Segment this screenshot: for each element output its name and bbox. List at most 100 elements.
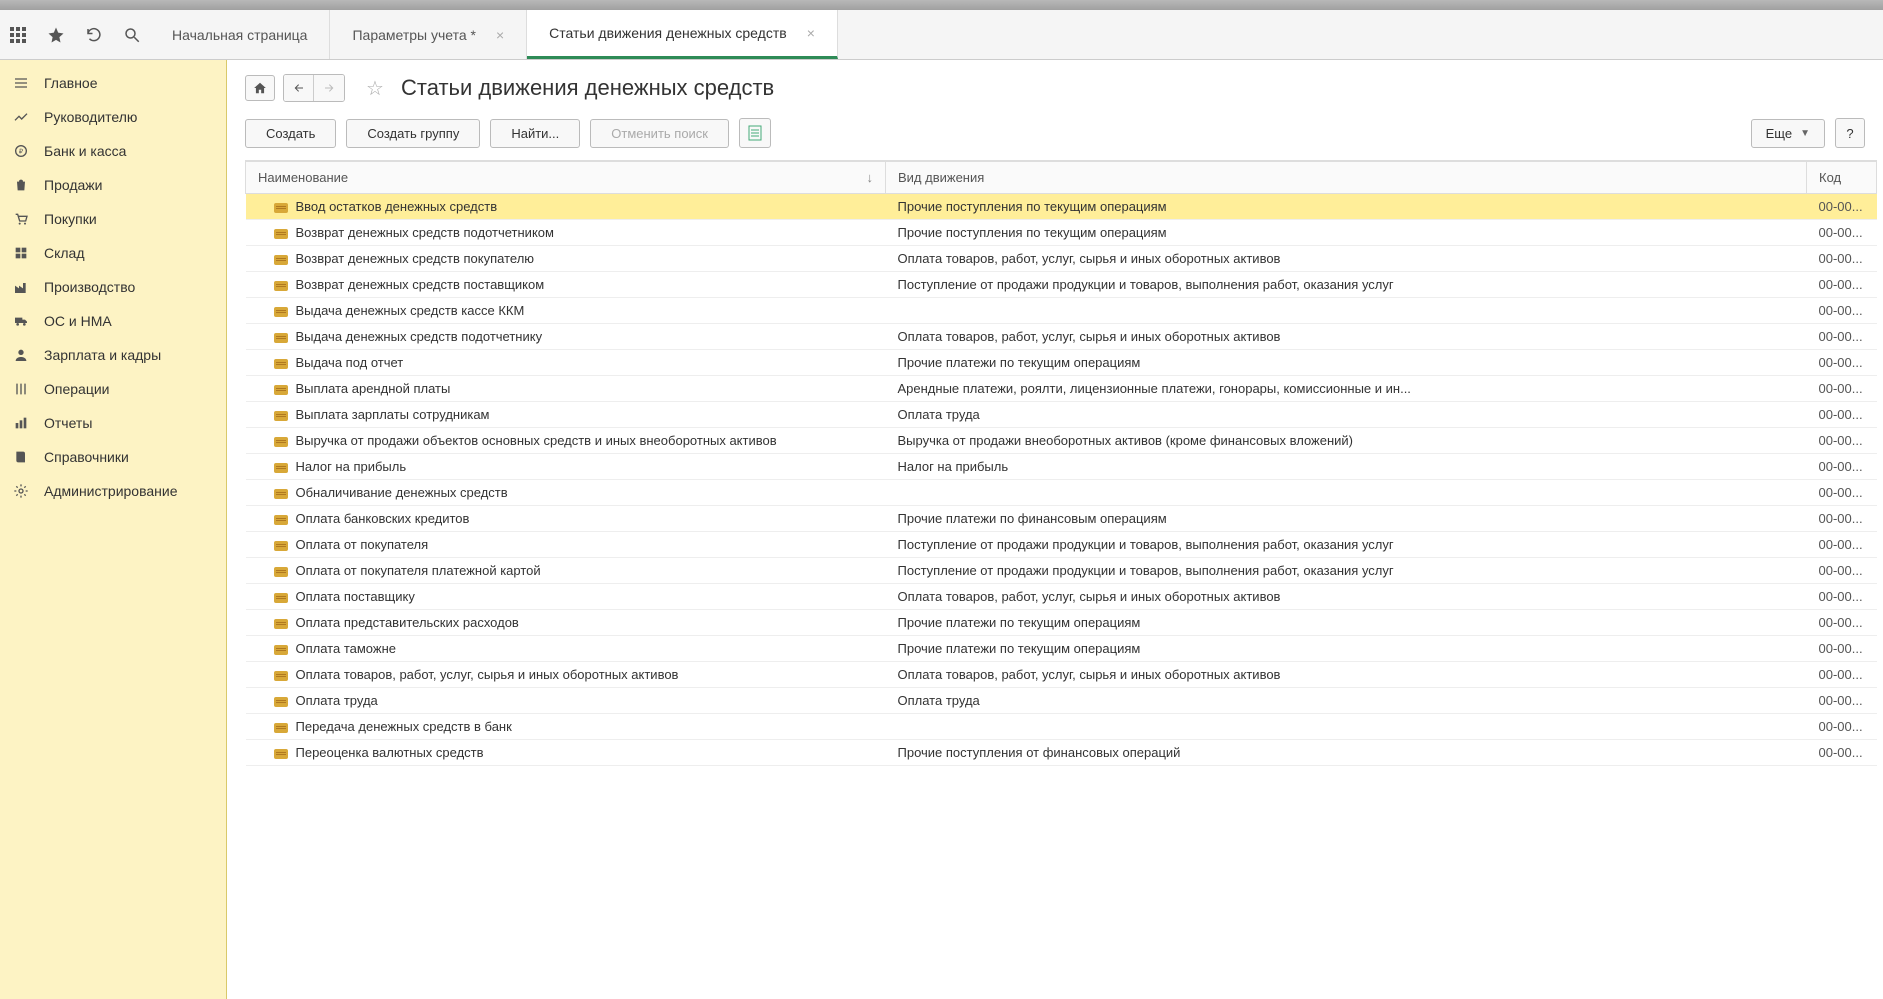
cell-code: 00-00... [1807, 428, 1877, 454]
table-row[interactable]: Выплата зарплаты сотрудникамОплата труда… [246, 402, 1877, 428]
cell-code: 00-00... [1807, 272, 1877, 298]
more-label: Еще [1766, 126, 1792, 141]
tab[interactable]: Параметры учета *× [330, 10, 527, 59]
cell-name: Возврат денежных средств поставщиком [246, 272, 886, 298]
sidebar-item-label: Банк и касса [44, 143, 126, 159]
table-row[interactable]: Выдача денежных средств кассе ККМ00-00..… [246, 298, 1877, 324]
home-button[interactable] [245, 75, 275, 101]
sidebar-item-label: Производство [44, 279, 135, 295]
table-row[interactable]: Оплата от покупателя платежной картойПос… [246, 558, 1877, 584]
apps-icon[interactable] [8, 25, 28, 45]
create-button[interactable]: Создать [245, 119, 336, 148]
list-mode-button[interactable] [739, 118, 771, 148]
table-row[interactable]: Оплата таможнеПрочие платежи по текущим … [246, 636, 1877, 662]
cell-code: 00-00... [1807, 454, 1877, 480]
cell-type: Поступление от продажи продукции и товар… [886, 558, 1807, 584]
item-icon [274, 671, 288, 681]
page-title: Статьи движения денежных средств [401, 75, 774, 101]
cell-type [886, 298, 1807, 324]
sidebar-item[interactable]: ОС и НМА [0, 304, 226, 338]
window-titlebar [0, 0, 1883, 10]
sidebar-item[interactable]: Склад [0, 236, 226, 270]
column-header-code[interactable]: Код [1807, 162, 1877, 194]
sidebar-item-label: Справочники [44, 449, 129, 465]
cell-name: Выплата зарплаты сотрудникам [246, 402, 886, 428]
table-container: Наименование ↓ Вид движения Код Ввод ост… [245, 160, 1877, 999]
svg-text:₽: ₽ [19, 148, 24, 156]
item-icon [274, 515, 288, 525]
table-row[interactable]: Переоценка валютных средствПрочие поступ… [246, 740, 1877, 766]
table-row[interactable]: Оплата от покупателяПоступление от прода… [246, 532, 1877, 558]
cell-type: Оплата товаров, работ, услуг, сырья и ин… [886, 662, 1807, 688]
table-row[interactable]: Обналичивание денежных средств00-00... [246, 480, 1877, 506]
sidebar-item-label: Руководителю [44, 109, 137, 125]
factory-icon [12, 278, 30, 296]
cell-type: Оплата товаров, работ, услуг, сырья и ин… [886, 584, 1807, 610]
table-row[interactable]: Налог на прибыльНалог на прибыль00-00... [246, 454, 1877, 480]
find-button[interactable]: Найти... [490, 119, 580, 148]
sidebar-item[interactable]: Операции [0, 372, 226, 406]
more-button[interactable]: Еще ▼ [1751, 119, 1825, 148]
top-icon-group [0, 10, 150, 59]
sidebar-item[interactable]: Зарплата и кадры [0, 338, 226, 372]
sidebar-item[interactable]: ₽ Банк и касса [0, 134, 226, 168]
cell-name: Оплата банковских кредитов [246, 506, 886, 532]
sidebar-item[interactable]: Отчеты [0, 406, 226, 440]
table-row[interactable]: Передача денежных средств в банк00-00... [246, 714, 1877, 740]
table-row[interactable]: Оплата товаров, работ, услуг, сырья и ин… [246, 662, 1877, 688]
cell-code: 00-00... [1807, 558, 1877, 584]
cart-icon [12, 210, 30, 228]
column-header-name[interactable]: Наименование ↓ [246, 162, 886, 194]
forward-button[interactable] [314, 75, 344, 101]
cell-type [886, 714, 1807, 740]
table-row[interactable]: Ввод остатков денежных средствПрочие пос… [246, 194, 1877, 220]
column-header-type[interactable]: Вид движения [886, 162, 1807, 194]
sidebar-item[interactable]: Руководителю [0, 100, 226, 134]
sidebar-item-label: Главное [44, 75, 98, 91]
help-button[interactable]: ? [1835, 118, 1865, 148]
table-row[interactable]: Возврат денежных средств покупателюОплат… [246, 246, 1877, 272]
sidebar-item[interactable]: Покупки [0, 202, 226, 236]
close-icon[interactable]: × [807, 25, 815, 41]
book-icon [12, 448, 30, 466]
cell-type: Поступление от продажи продукции и товар… [886, 532, 1807, 558]
sidebar-item[interactable]: Администрирование [0, 474, 226, 508]
chart-icon [12, 414, 30, 432]
item-icon [274, 307, 288, 317]
cell-code: 00-00... [1807, 714, 1877, 740]
sidebar-item[interactable]: Продажи [0, 168, 226, 202]
cell-name: Обналичивание денежных средств [246, 480, 886, 506]
table-row[interactable]: Оплата трудаОплата труда00-00... [246, 688, 1877, 714]
sidebar-item[interactable]: Главное [0, 66, 226, 100]
star-icon[interactable] [46, 25, 66, 45]
table-row[interactable]: Оплата представительских расходовПрочие … [246, 610, 1877, 636]
cell-name: Оплата от покупателя [246, 532, 886, 558]
close-icon[interactable]: × [496, 27, 504, 43]
sidebar-item[interactable]: Производство [0, 270, 226, 304]
cell-code: 00-00... [1807, 350, 1877, 376]
item-icon [274, 411, 288, 421]
back-button[interactable] [284, 75, 314, 101]
create-group-button[interactable]: Создать группу [346, 119, 480, 148]
table-row[interactable]: Оплата банковских кредитовПрочие платежи… [246, 506, 1877, 532]
table-row[interactable]: Выдача денежных средств подотчетникуОпла… [246, 324, 1877, 350]
cell-code: 00-00... [1807, 376, 1877, 402]
tab[interactable]: Начальная страница [150, 10, 330, 59]
table-row[interactable]: Возврат денежных средств подотчетникомПр… [246, 220, 1877, 246]
cell-type [886, 480, 1807, 506]
table-row[interactable]: Выплата арендной платыАрендные платежи, … [246, 376, 1877, 402]
cell-code: 00-00... [1807, 402, 1877, 428]
history-icon[interactable] [84, 25, 104, 45]
tab[interactable]: Статьи движения денежных средств× [527, 10, 838, 59]
cancel-search-button[interactable]: Отменить поиск [590, 119, 729, 148]
favorite-star-icon[interactable]: ☆ [363, 76, 387, 100]
search-icon[interactable] [122, 25, 142, 45]
sidebar-item[interactable]: Справочники [0, 440, 226, 474]
table-row[interactable]: Возврат денежных средств поставщикомПост… [246, 272, 1877, 298]
table-row[interactable]: Оплата поставщикуОплата товаров, работ, … [246, 584, 1877, 610]
table-row[interactable]: Выручка от продажи объектов основных сре… [246, 428, 1877, 454]
cell-type: Арендные платежи, роялти, лицензионные п… [886, 376, 1807, 402]
ops-icon [12, 380, 30, 398]
table-row[interactable]: Выдача под отчетПрочие платежи по текущи… [246, 350, 1877, 376]
cell-type: Прочие поступления по текущим операциям [886, 194, 1807, 220]
